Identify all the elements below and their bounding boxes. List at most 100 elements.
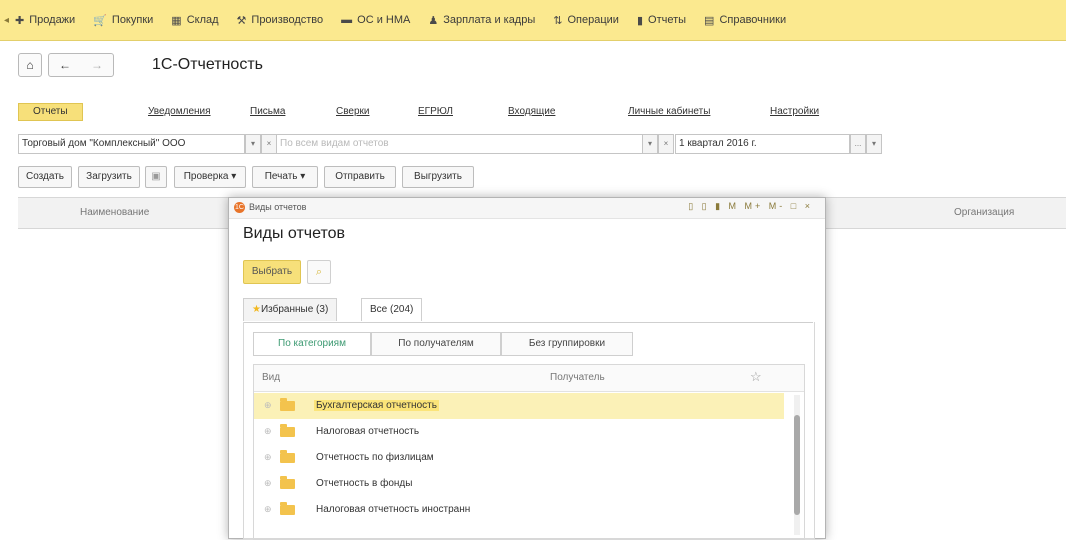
vertical-scrollbar[interactable] [794,395,800,535]
scrollbar-thumb[interactable] [794,415,800,515]
menu-item-purchases[interactable]: 🛒 Покупки [93,14,153,27]
column-header-recipient[interactable]: Получатель [550,372,605,383]
menu-item-sales[interactable]: ✚ Продажи [15,14,75,27]
period-select-button[interactable]: ... [850,134,866,154]
tree-row-label: Налоговая отчетность иностранн [316,504,471,515]
back-arrow-icon[interactable]: ← [59,58,71,72]
send-button[interactable]: Отправить [324,166,396,188]
menu-item-catalogs[interactable]: ▤ Справочники [704,14,786,27]
menu-item-warehouse[interactable]: ▦ Склад [171,14,218,27]
dialog-title-bar[interactable]: 1С Виды отчетов ▯ ▯ ▮ M M+ M- □ × [229,198,825,219]
tab-reports[interactable]: Отчеты [18,103,83,121]
folder-icon [280,450,295,463]
period-field[interactable]: 1 квартал 2016 г. [675,134,850,154]
column-header-name[interactable]: Наименование [80,207,149,218]
tree-row[interactable]: ⊕ Отчетность по физлицам [254,445,784,471]
column-header-organization[interactable]: Организация [954,207,1014,218]
home-button[interactable]: ⌂ [18,53,42,77]
search-button[interactable]: ⌕ [307,260,331,284]
menu-item-operations[interactable]: ⇅ Операции [553,14,619,27]
search-icon: ⌕ [315,266,323,278]
menu-item-label: Покупки [111,14,154,26]
menu-item-label: Операции [567,14,619,26]
tab-all[interactable]: Все (204) [361,298,423,321]
tree-row[interactable]: ⊕ Налоговая отчетность иностранн [254,497,784,523]
group-by-categories-button[interactable]: По категориям [253,332,371,356]
dialog-heading: Виды отчетов [243,225,346,242]
expand-icon[interactable]: ⊕ [264,426,272,437]
organization-clear-button[interactable]: × [261,134,277,154]
load-button[interactable]: Загрузить [78,166,140,188]
menu-item-label: Продажи [29,14,76,26]
app-logo-icon: 1С [234,202,245,213]
tab-incoming[interactable]: Входящие [508,103,555,121]
tree-row[interactable]: ⊕ Отчетность в фонды [254,471,784,497]
reports-icon: ▮ [636,14,644,27]
period-dropdown-button[interactable]: ▾ [866,134,882,154]
create-button[interactable]: Создать [18,166,72,188]
page-title: 1С-Отчетность [152,56,263,73]
archive-button[interactable]: ▣ [145,166,167,188]
cart-icon: 🛒 [93,14,107,27]
chevron-down-icon: ▾ [647,139,652,148]
catalogs-icon: ▤ [704,14,715,27]
scroll-left-icon[interactable]: ◂ [4,15,9,26]
menu-item-label: Зарплата и кадры [443,14,536,26]
chevron-down-icon: ▾ [250,139,255,148]
archive-icon: ▣ [151,171,161,182]
dialog-tabs: ★Избранные (3) Все (204) [243,298,813,323]
tab-letters[interactable]: Письма [250,103,285,121]
report-types-dialog: 1С Виды отчетов ▯ ▯ ▮ M M+ M- □ × Виды о… [228,197,826,540]
tab-personal-accounts[interactable]: Личные кабинеты [628,103,710,121]
folder-icon [280,502,295,515]
tree-row-label: Бухгалтерская отчетность [314,400,439,411]
tab-notifications[interactable]: Уведомления [148,103,211,121]
history-buttons: ← → [48,53,114,77]
check-button[interactable]: Проверка ▾ [174,166,246,188]
tree-row[interactable]: ⊕ Налоговая отчетность [254,419,784,445]
report-types-field[interactable]: По всем видам отчетов [276,134,643,154]
report-types-dropdown-button[interactable]: ▾ [642,134,658,154]
menu-item-label: Склад [186,14,219,26]
expand-icon[interactable]: ⊕ [264,452,272,463]
clear-icon: × [663,139,669,148]
menu-item-label: Отчеты [648,14,687,26]
staff-icon: ♟ [428,14,439,27]
favorite-star-icon[interactable]: ☆ [750,369,762,385]
menu-item-reports[interactable]: ▮ Отчеты [637,14,686,27]
choose-button[interactable]: Выбрать [243,260,301,284]
menu-item-label: ОС и НМА [357,14,411,26]
forward-arrow-icon[interactable]: → [91,58,103,72]
tab-egrul[interactable]: ЕГРЮЛ [418,103,453,121]
tree-header: Вид Получатель ☆ [254,365,804,392]
menu-item-label: Производство [251,14,324,26]
production-icon: ⚒ [236,14,247,27]
main-menu-bar: ◂ ✚ Продажи 🛒 Покупки ▦ Склад ⚒ Производство… [0,0,1066,41]
print-button[interactable]: Печать ▾ [252,166,318,188]
tab-settings[interactable]: Настройки [770,103,819,121]
folder-icon [280,398,295,411]
dialog-window-title: Виды отчетов [249,202,307,212]
expand-icon[interactable]: ⊕ [264,400,272,411]
menu-item-assets[interactable]: ▬ ОС и НМА [341,14,410,26]
folder-icon [280,476,295,489]
no-grouping-button[interactable]: Без группировки [501,332,633,356]
tree-row[interactable]: ⊕ Бухгалтерская отчетность [254,393,784,419]
organization-dropdown-button[interactable]: ▾ [245,134,261,154]
column-header-kind[interactable]: Вид [262,372,280,383]
tree-row-label: Отчетность в фонды [316,478,413,489]
expand-icon[interactable]: ⊕ [264,478,272,489]
expand-icon[interactable]: ⊕ [264,504,272,515]
tree-row-label: Налоговая отчетность [316,426,420,437]
tab-reconciliations[interactable]: Сверки [336,103,370,121]
group-by-recipients-button[interactable]: По получателям [371,332,501,356]
folder-icon [280,424,295,437]
section-tabs: Отчеты Уведомления Письма Сверки ЕГРЮЛ В… [18,103,1058,121]
report-types-clear-button[interactable]: × [658,134,674,154]
export-button[interactable]: Выгрузить [402,166,474,188]
menu-item-production[interactable]: ⚒ Производство [237,14,324,27]
window-controls[interactable]: ▯ ▯ ▮ M M+ M- □ × [688,201,813,212]
tab-favorites[interactable]: ★Избранные (3) [243,298,338,321]
organization-field[interactable]: Торговый дом "Комплексный" ООО [18,134,245,154]
menu-item-salary[interactable]: ♟ Зарплата и кадры [428,14,535,27]
